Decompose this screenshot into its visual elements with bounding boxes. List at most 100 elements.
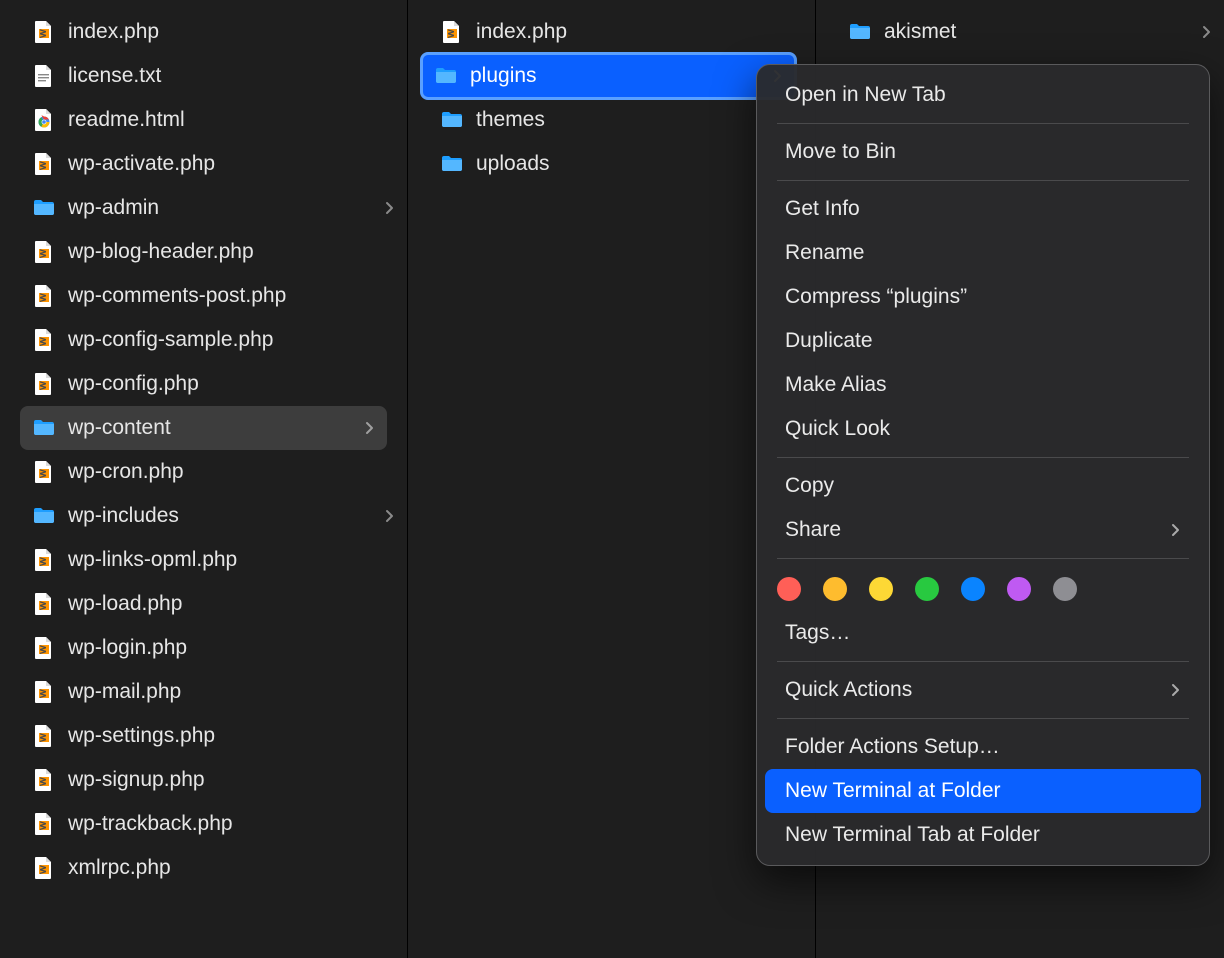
tag-color-dot[interactable] — [823, 577, 847, 601]
chevron-right-icon — [385, 508, 395, 524]
file-sublime-icon — [32, 20, 56, 44]
context-menu-separator — [777, 457, 1189, 458]
context-menu-item[interactable]: Rename — [765, 231, 1201, 275]
context-menu-item[interactable]: Make Alias — [765, 363, 1201, 407]
context-menu-item[interactable]: New Terminal Tab at Folder — [765, 813, 1201, 857]
file-sublime-icon — [32, 548, 56, 572]
file-column-1: index.php license.txt readme.html wp-activa… — [0, 0, 408, 958]
file-text-icon — [32, 64, 56, 88]
file-row[interactable]: wp-blog-header.php — [0, 230, 407, 274]
context-menu-item[interactable]: Move to Bin — [765, 130, 1201, 174]
file-sublime-icon — [32, 768, 56, 792]
file-row[interactable]: wp-config.php — [0, 362, 407, 406]
file-name-label: wp-mail.php — [68, 680, 395, 704]
file-row[interactable]: wp-admin — [0, 186, 407, 230]
file-name-label: wp-settings.php — [68, 724, 395, 748]
file-name-label: wp-trackback.php — [68, 812, 395, 836]
context-menu-item[interactable]: Duplicate — [765, 319, 1201, 363]
file-row[interactable]: wp-login.php — [0, 626, 407, 670]
tag-color-dot[interactable] — [961, 577, 985, 601]
context-menu-item[interactable]: Open in New Tab — [765, 73, 1201, 117]
context-menu-label: New Terminal Tab at Folder — [785, 823, 1040, 847]
context-menu-item[interactable]: Tags… — [765, 611, 1201, 655]
file-row[interactable]: wp-includes — [0, 494, 407, 538]
file-row[interactable]: readme.html — [0, 98, 407, 142]
file-row[interactable]: wp-config-sample.php — [0, 318, 407, 362]
context-menu-label: Make Alias — [785, 373, 887, 397]
file-name-label: xmlrpc.php — [68, 856, 395, 880]
context-menu-item[interactable]: Get Info — [765, 187, 1201, 231]
file-name-label: wp-config.php — [68, 372, 395, 396]
context-menu-label: Compress “plugins” — [785, 285, 967, 309]
context-menu: Open in New Tab Move to Bin Get Info Rename… — [756, 64, 1210, 866]
tag-color-dot[interactable] — [915, 577, 939, 601]
folder-icon — [440, 108, 464, 132]
folder-icon — [32, 416, 56, 440]
context-menu-item[interactable]: Copy — [765, 464, 1201, 508]
file-sublime-icon — [32, 240, 56, 264]
context-menu-item[interactable]: New Terminal at Folder — [765, 769, 1201, 813]
context-menu-label: Get Info — [785, 197, 860, 221]
file-row[interactable]: wp-cron.php — [0, 450, 407, 494]
file-name-label: index.php — [68, 20, 395, 44]
tag-color-dot[interactable] — [777, 577, 801, 601]
context-menu-item[interactable]: Share — [765, 508, 1201, 552]
file-row[interactable]: wp-settings.php — [0, 714, 407, 758]
context-menu-separator — [777, 661, 1189, 662]
file-name-label: akismet — [884, 20, 1202, 44]
file-row[interactable]: license.txt — [0, 54, 407, 98]
file-row[interactable]: wp-activate.php — [0, 142, 407, 186]
folder-icon — [848, 20, 872, 44]
chevron-right-icon — [1171, 522, 1181, 538]
file-row[interactable]: uploads — [408, 142, 815, 186]
file-sublime-icon — [440, 20, 464, 44]
tag-color-dot[interactable] — [1053, 577, 1077, 601]
file-name-label: wp-content — [68, 416, 365, 440]
context-menu-separator — [777, 180, 1189, 181]
file-row[interactable]: wp-load.php — [0, 582, 407, 626]
file-name-label: wp-cron.php — [68, 460, 395, 484]
context-menu-item[interactable]: Quick Look — [765, 407, 1201, 451]
context-menu-separator — [777, 718, 1189, 719]
file-name-label: plugins — [470, 64, 773, 88]
file-row[interactable]: akismet — [816, 10, 1224, 54]
context-menu-item[interactable]: Folder Actions Setup… — [765, 725, 1201, 769]
file-name-label: wp-comments-post.php — [68, 284, 395, 308]
file-column-2: index.php plugins themes uploads — [408, 0, 816, 958]
file-row[interactable]: wp-comments-post.php — [0, 274, 407, 318]
file-row[interactable]: wp-links-opml.php — [0, 538, 407, 582]
file-name-label: readme.html — [68, 108, 395, 132]
file-row[interactable]: wp-mail.php — [0, 670, 407, 714]
context-menu-label: Open in New Tab — [785, 83, 946, 107]
file-name-label: wp-load.php — [68, 592, 395, 616]
file-name-label: themes — [476, 108, 803, 132]
file-sublime-icon — [32, 680, 56, 704]
file-row[interactable]: themes — [408, 98, 815, 142]
file-sublime-icon — [32, 284, 56, 308]
file-row[interactable]: index.php — [0, 10, 407, 54]
file-sublime-icon — [32, 812, 56, 836]
folder-icon — [440, 152, 464, 176]
context-menu-separator — [777, 558, 1189, 559]
file-name-label: wp-links-opml.php — [68, 548, 395, 572]
context-menu-label: Move to Bin — [785, 140, 896, 164]
context-menu-label: Quick Actions — [785, 678, 912, 702]
file-row[interactable]: wp-content — [20, 406, 387, 450]
context-menu-label: New Terminal at Folder — [785, 779, 1001, 803]
tag-color-dot[interactable] — [869, 577, 893, 601]
context-menu-label: Duplicate — [785, 329, 873, 353]
file-row[interactable]: wp-signup.php — [0, 758, 407, 802]
file-row[interactable]: plugins — [422, 54, 795, 98]
file-name-label: wp-login.php — [68, 636, 395, 660]
context-menu-item[interactable]: Compress “plugins” — [765, 275, 1201, 319]
file-row[interactable]: xmlrpc.php — [0, 846, 407, 890]
file-sublime-icon — [32, 152, 56, 176]
file-sublime-icon — [32, 856, 56, 880]
context-menu-label: Rename — [785, 241, 864, 265]
context-menu-label: Folder Actions Setup… — [785, 735, 1000, 759]
tag-color-dot[interactable] — [1007, 577, 1031, 601]
file-row[interactable]: wp-trackback.php — [0, 802, 407, 846]
file-row[interactable]: index.php — [408, 10, 815, 54]
context-menu-label: Quick Look — [785, 417, 890, 441]
context-menu-item[interactable]: Quick Actions — [765, 668, 1201, 712]
